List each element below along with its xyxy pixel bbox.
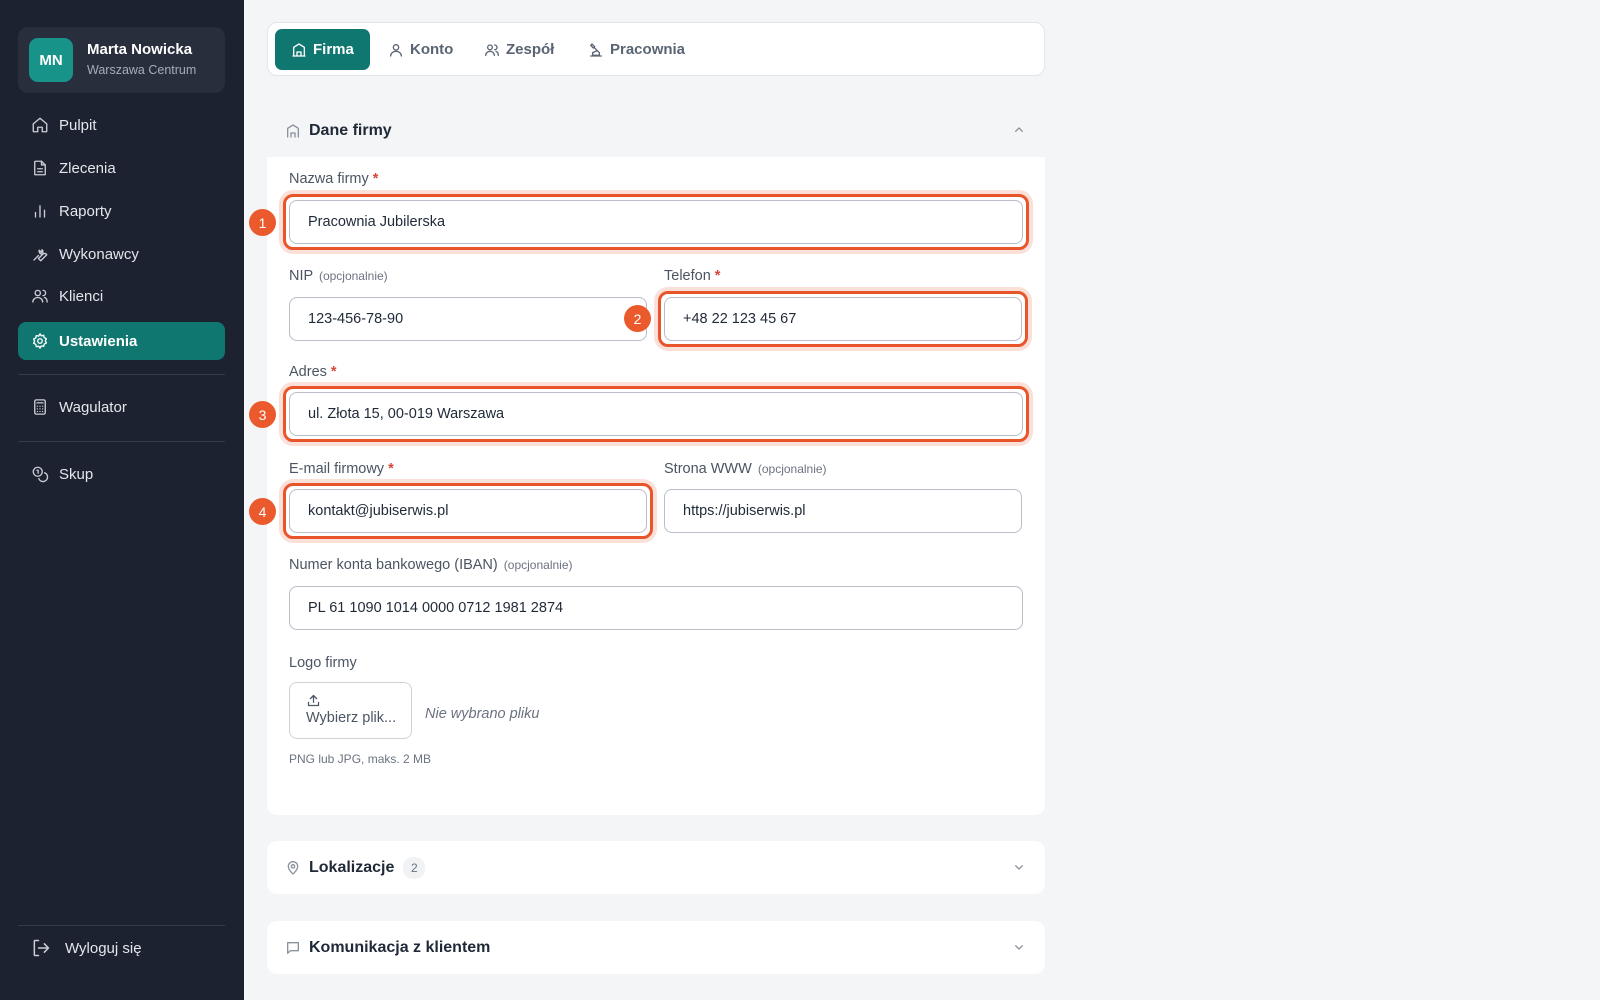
avatar: MN [29, 38, 73, 82]
gear-icon [32, 333, 48, 349]
section-header-company[interactable]: Dane firmy [267, 104, 1045, 157]
logout-button[interactable]: Wyloguj się [18, 928, 225, 968]
step-marker: 3 [249, 401, 276, 428]
step-marker: 1 [249, 209, 276, 236]
settings-tabs: Firma Konto Zespół Pracownia [267, 22, 1045, 76]
map-pin-icon [287, 860, 299, 875]
phone-input[interactable] [664, 297, 1022, 341]
email-input[interactable] [289, 489, 647, 533]
address-label: Adres * [289, 364, 337, 380]
tab-konto[interactable]: Konto [372, 29, 469, 70]
sidebar-item-label: Wykonawcy [59, 245, 139, 263]
logo-label: Logo firmy [289, 655, 357, 671]
bar-chart-icon [34, 205, 46, 218]
sidebar-item-raporty[interactable]: Raporty [18, 192, 225, 230]
tab-zespol[interactable]: Zespół [468, 29, 570, 70]
logo-hint: PNG lub JPG, maks. 2 MB [289, 752, 432, 766]
upload-icon [307, 694, 320, 707]
step-marker: 2 [624, 305, 651, 332]
sidebar-divider [18, 441, 225, 442]
sidebar-item-zlecenia[interactable]: Zlecenia [18, 149, 225, 187]
sidebar-item-label: Pulpit [59, 116, 97, 134]
iban-input[interactable] [289, 586, 1023, 630]
website-input[interactable] [664, 489, 1022, 533]
nip-input[interactable] [289, 297, 647, 341]
coins-icon [32, 466, 49, 483]
section-title: Komunikacja z klientem [309, 938, 491, 956]
phone-label: Telefon * [664, 268, 721, 284]
team-icon [485, 43, 499, 56]
step-marker: 4 [249, 498, 276, 525]
wrench-icon [33, 249, 48, 262]
chevron-up-icon[interactable] [1011, 122, 1027, 138]
sidebar-divider [18, 925, 225, 926]
sidebar-divider [18, 374, 225, 375]
address-input[interactable] [289, 392, 1023, 436]
sidebar-item-label: Ustawienia [59, 332, 138, 350]
choose-file-label: Wybierz plik... [306, 710, 397, 726]
sidebar-item-label: Klienci [59, 287, 104, 305]
section-header-communication[interactable]: Komunikacja z klientem [267, 921, 1045, 974]
users-icon [32, 289, 48, 303]
company-name-label: Nazwa firmy * [289, 171, 379, 187]
document-icon [34, 160, 46, 176]
sidebar-item-label: Skup [59, 465, 94, 483]
email-label: E-mail firmowy * [289, 461, 394, 477]
tab-firma[interactable]: Firma [275, 29, 370, 70]
home-icon [32, 117, 48, 133]
section-title: Dane firmy [309, 121, 392, 139]
tab-pracownia[interactable]: Pracownia [572, 29, 701, 70]
user-name: Marta Nowicka [87, 41, 193, 58]
section-title: Lokalizacje [309, 858, 395, 876]
user-card[interactable]: MN Marta Nowicka Warszawa Centrum [18, 27, 225, 93]
tab-label: Firma [313, 41, 354, 58]
sidebar-item-klienci[interactable]: Klienci [18, 277, 225, 315]
sidebar-item-ustawienia[interactable]: Ustawienia [18, 322, 225, 360]
sidebar-item-wykonawcy[interactable]: Wykonawcy [18, 235, 225, 273]
sidebar-item-pulpit[interactable]: Pulpit [18, 106, 225, 144]
logout-icon [33, 939, 50, 957]
section-header-locations[interactable]: Lokalizacje 2 [267, 841, 1045, 894]
building-icon [287, 123, 299, 138]
no-file-text: Nie wybrano pliku [425, 706, 540, 722]
chevron-down-icon[interactable] [1011, 939, 1027, 955]
sidebar-item-skup[interactable]: Skup [18, 455, 225, 493]
sidebar-item-label: Raporty [59, 202, 112, 220]
tab-label: Zespół [506, 41, 555, 58]
logout-label: Wyloguj się [65, 939, 142, 957]
user-location: Warszawa Centrum [87, 63, 197, 77]
sidebar: MN Marta Nowicka Warszawa Centrum Pulpit… [0, 0, 244, 1000]
nip-label: NIP (opcjonalnie) [289, 268, 388, 284]
iban-label: Numer konta bankowego (IBAN) (opcjonalni… [289, 557, 573, 573]
building-icon [292, 42, 306, 57]
tab-label: Konto [410, 41, 454, 58]
message-icon [287, 941, 299, 954]
website-label: Strona WWW (opcjonalnie) [664, 461, 827, 477]
sidebar-item-wagulator[interactable]: Wagulator [18, 388, 225, 426]
sidebar-item-label: Zlecenia [59, 159, 116, 177]
user-icon [390, 43, 402, 57]
choose-file-button[interactable]: Wybierz plik... [289, 682, 412, 739]
tab-label: Pracownia [610, 41, 686, 58]
count-badge: 2 [403, 856, 426, 879]
sidebar-item-label: Wagulator [59, 398, 127, 416]
chevron-down-icon[interactable] [1011, 859, 1027, 875]
calculator-icon [34, 399, 46, 415]
company-name-input[interactable] [289, 200, 1023, 244]
workshop-icon [590, 42, 602, 57]
